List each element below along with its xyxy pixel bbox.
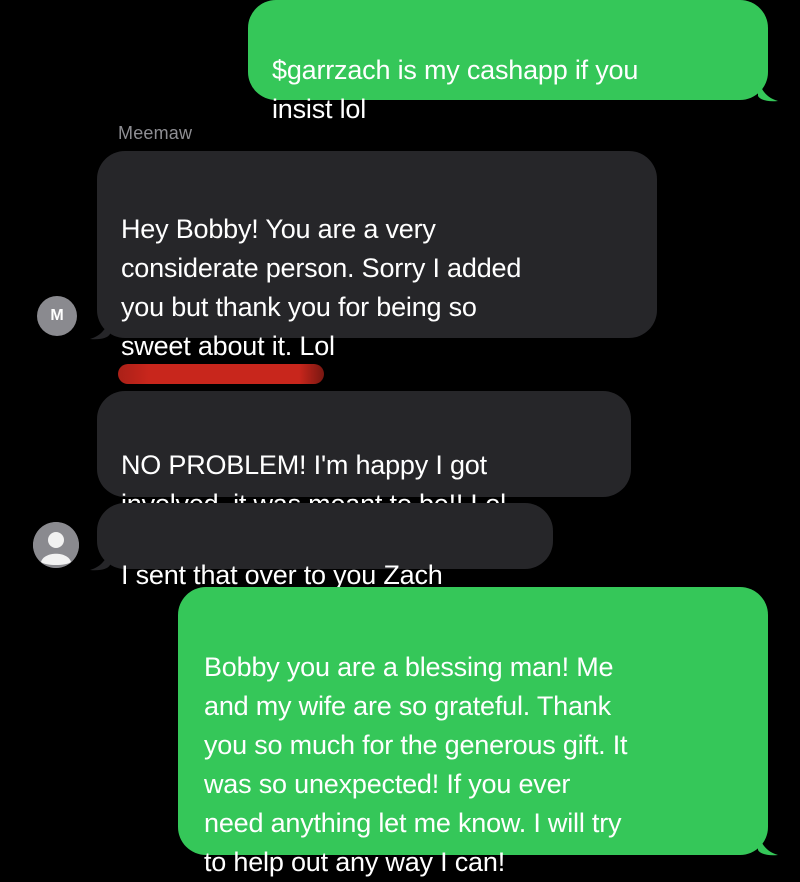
incoming-message-bubble[interactable]: NO PROBLEM! I'm happy I got involved, it… [97, 391, 631, 519]
outgoing-message-bubble[interactable]: $garrzach is my cashapp if you insist lo… [248, 0, 768, 124]
incoming-bubble-tail [90, 549, 110, 571]
message-text: I sent that over to you Zach [121, 560, 443, 590]
redacted-sender-name [118, 364, 324, 384]
sender-avatar[interactable]: M [37, 296, 77, 336]
message-thread: $garrzach is my cashapp if you insist lo… [0, 0, 800, 877]
outgoing-bubble-tail [758, 80, 778, 102]
sender-name: Meemaw [118, 123, 193, 143]
incoming-message-bubble[interactable]: I sent that over to you Zach [97, 503, 553, 590]
person-silhouette-icon [33, 522, 79, 568]
outgoing-bubble-tail [758, 834, 778, 856]
avatar-initial: M [50, 307, 64, 324]
incoming-bubble-tail [90, 318, 110, 340]
outgoing-message-bubble[interactable]: Bobby you are a blessing man! Me and my … [178, 587, 768, 877]
incoming-message-bubble[interactable]: Hey Bobby! You are a very considerate pe… [97, 151, 657, 361]
sender-avatar[interactable] [33, 522, 79, 568]
message-text: $garrzach is my cashapp if you insist lo… [272, 55, 639, 124]
message-text: Hey Bobby! You are a very considerate pe… [121, 214, 522, 361]
message-text: Bobby you are a blessing man! Me and my … [204, 652, 628, 877]
